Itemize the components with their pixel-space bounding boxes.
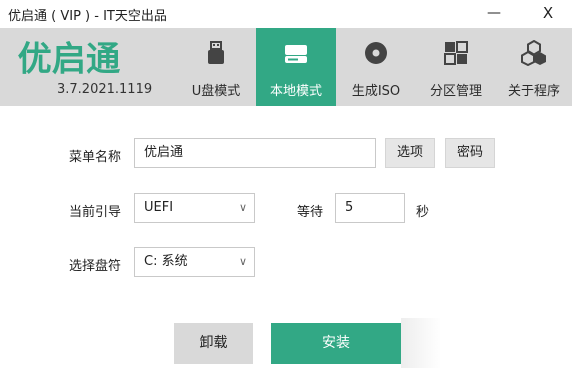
wait-seconds-value: 5: [345, 200, 354, 215]
tab-usb-mode-label: U盘模式: [191, 84, 241, 99]
tab-create-iso-label: 生成ISO: [351, 84, 401, 99]
minimize-button[interactable]: —: [474, 2, 514, 24]
tab-about[interactable]: 关于程序: [496, 28, 572, 106]
usb-drive-icon: [208, 41, 224, 64]
disc-icon: [365, 42, 387, 64]
drive-letter-select[interactable]: C: 系统 ∨: [134, 247, 255, 277]
header-bar: 优启通 3.7.2021.1119 U盘模式 本地模式 生成ISO 分区管理 关…: [0, 28, 572, 106]
menu-name-label: 菜单名称: [69, 150, 122, 165]
install-button[interactable]: 安装: [271, 323, 401, 364]
drive-letter-label: 选择盘符: [69, 259, 122, 274]
close-button[interactable]: X: [528, 2, 568, 24]
title-bar: 优启通 ( VIP ) - IT天空出品 — X: [0, 0, 572, 28]
options-button[interactable]: 选项: [385, 138, 435, 168]
tab-about-label: 关于程序: [507, 84, 560, 99]
hard-disk-icon: [285, 45, 307, 63]
boot-mode-value: UEFI: [144, 200, 174, 215]
drive-letter-value: C: 系统: [144, 254, 188, 269]
version-label: 3.7.2021.1119: [57, 82, 153, 97]
tab-partition-manager-label: 分区管理: [429, 84, 482, 99]
app-logo: 优启通: [17, 39, 121, 78]
chevron-down-icon: ∨: [238, 201, 247, 214]
tab-usb-mode[interactable]: U盘模式: [176, 28, 256, 106]
password-button[interactable]: 密码: [445, 138, 495, 168]
wait-unit-label: 秒: [416, 205, 430, 220]
svg-text:优启通: 优启通: [17, 39, 121, 78]
wait-seconds-input[interactable]: 5: [335, 193, 405, 223]
chevron-down-icon: ∨: [238, 255, 247, 268]
tab-create-iso[interactable]: 生成ISO: [336, 28, 416, 106]
tab-partition-manager[interactable]: 分区管理: [416, 28, 496, 106]
button-shadow: [401, 318, 441, 368]
menu-name-value: 优启通: [144, 145, 184, 160]
uninstall-button[interactable]: 卸载: [174, 323, 253, 364]
cubes-icon: [521, 40, 546, 66]
tab-local-mode[interactable]: 本地模式: [256, 28, 336, 106]
menu-name-input[interactable]: 优启通: [134, 138, 376, 168]
tab-local-mode-label: 本地模式: [269, 84, 322, 99]
wait-label: 等待: [297, 205, 324, 220]
boot-mode-label: 当前引导: [69, 205, 122, 220]
boot-mode-select[interactable]: UEFI ∨: [134, 193, 255, 223]
window-title: 优启通 ( VIP ) - IT天空出品: [8, 9, 167, 24]
partition-grid-icon: [444, 41, 468, 65]
